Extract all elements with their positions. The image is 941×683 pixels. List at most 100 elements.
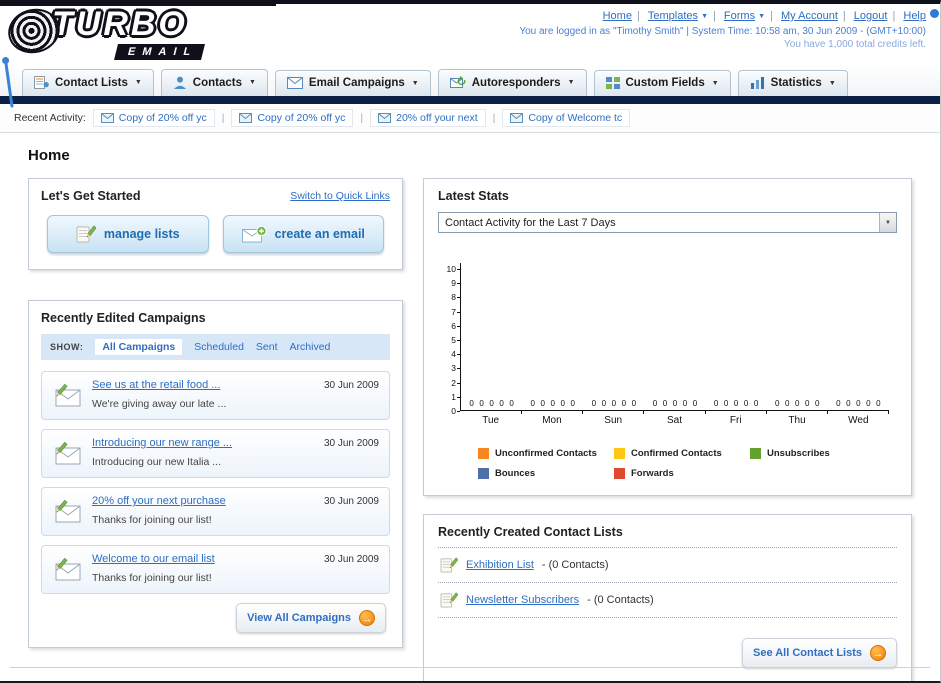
recent-activity-item[interactable]: 20% off your next — [370, 109, 486, 127]
legend-item: Unsubscribes — [750, 448, 886, 459]
switch-quick-links-link[interactable]: Switch to Quick Links — [290, 190, 390, 202]
bar-value-label: 0 — [499, 399, 504, 408]
top-link-logout[interactable]: Logout — [854, 10, 888, 22]
caret-down-icon: ▼ — [828, 79, 836, 87]
bar-value-label: 0 — [846, 399, 851, 408]
header-right: Home Templates ▼ Forms ▼ My Account Logo… — [519, 10, 926, 50]
stats-period-value: Contact Activity for the Last 7 Days — [445, 216, 616, 229]
bar-value-label: 0 — [530, 399, 535, 408]
contact-list-item: Newsletter Subscribers - (0 Contacts) — [438, 583, 897, 618]
tab-label: Custom Fields — [625, 77, 705, 89]
bar-value-label: 0 — [591, 399, 597, 408]
tab-contact-lists[interactable]: Contact Lists ▼ — [22, 69, 154, 96]
recently-edited-campaigns-panel: Recently Edited Campaigns SHOW: All Camp… — [28, 300, 403, 648]
tab-statistics[interactable]: Statistics ▼ — [737, 70, 848, 96]
top-link-my-account[interactable]: My Account — [781, 10, 838, 22]
blue-dot-annotation — [930, 9, 939, 18]
tab-email-campaigns[interactable]: Email Campaigns ▼ — [274, 70, 431, 96]
campaign-list-item: 20% off your next purchase Thanks for jo… — [41, 487, 390, 536]
recent-activity-item[interactable]: Copy of Welcome tc — [502, 109, 631, 127]
top-nav: Home Templates ▼ Forms ▼ My Account Logo… — [519, 10, 926, 22]
legend-item: Confirmed Contacts — [614, 448, 750, 459]
view-all-campaigns-button[interactable]: View All Campaigns → — [236, 603, 386, 633]
contact-list-count: - (0 Contacts) — [587, 594, 654, 606]
top-link-templates[interactable]: Templates — [648, 10, 698, 22]
pencil-paper-icon — [440, 592, 458, 608]
filter-scheduled[interactable]: Scheduled — [194, 341, 244, 353]
top-link-forms[interactable]: Forms — [724, 10, 755, 22]
legend-item: Forwards — [614, 468, 750, 479]
bar-value-label: 0 — [560, 399, 565, 408]
contact-list-link[interactable]: Newsletter Subscribers — [466, 594, 579, 606]
stats-period-select[interactable]: Contact Activity for the Last 7 Days ▼ — [438, 212, 897, 233]
tab-autoresponders[interactable]: Autoresponders ▼ — [437, 69, 587, 96]
campaign-title-link[interactable]: Welcome to our email list — [92, 553, 309, 565]
get-started-title: Let's Get Started — [41, 189, 141, 203]
bar-value-label: 0 — [856, 399, 861, 408]
arrow-right-icon: → — [870, 645, 886, 661]
x-axis-label: Wed — [848, 415, 869, 426]
campaign-subtitle: Thanks for joining our list! — [92, 514, 212, 526]
contact-list-link[interactable]: Exhibition List — [466, 559, 534, 571]
chart-y-axis: 10 9 8 7 6 5 4 3 2 1 0 — [438, 263, 460, 415]
tab-label: Autoresponders — [471, 76, 561, 89]
tab-custom-fields[interactable]: Custom Fields ▼ — [593, 70, 731, 96]
bar-group: 00000 — [583, 263, 645, 414]
bar-group: 00000 — [767, 263, 828, 414]
bar-value-label: 0 — [489, 399, 494, 408]
chart-x-axis: Tue Mon Sun Sat Fri Thu Wed — [438, 415, 897, 426]
latest-stats-panel: Latest Stats Contact Activity for the La… — [423, 178, 912, 496]
statistics-icon — [750, 77, 764, 89]
filter-archived[interactable]: Archived — [290, 341, 331, 353]
separator: | — [492, 112, 496, 124]
y-axis-label: 6 — [451, 322, 460, 331]
bar-value-label: 0 — [682, 399, 688, 408]
campaign-date: 30 Jun 2009 — [323, 380, 379, 391]
bar-value-label: 0 — [815, 399, 820, 408]
manage-lists-button[interactable]: manage lists — [47, 215, 209, 253]
top-link-help[interactable]: Help — [903, 10, 926, 22]
bar-value-label: 0 — [652, 399, 658, 408]
recent-activity-item[interactable]: Copy of 20% off yc — [231, 109, 354, 127]
legend-swatch-icon — [478, 468, 489, 479]
bar-value-label: 0 — [601, 399, 607, 408]
arrow-right-icon: → — [359, 610, 375, 626]
bar-value-label: 0 — [743, 399, 749, 408]
tab-contacts[interactable]: Contacts ▼ — [160, 69, 268, 96]
recent-activity-item[interactable]: Copy of 20% off yc — [92, 109, 215, 127]
campaign-date: 30 Jun 2009 — [323, 438, 379, 449]
x-axis-label: Sat — [666, 415, 682, 426]
logo-subtitle: EMAIL — [114, 44, 206, 60]
create-email-button[interactable]: create an email — [222, 215, 384, 253]
contact-lists-icon — [34, 76, 49, 89]
y-axis-label: 2 — [451, 378, 460, 387]
y-axis-label: 8 — [451, 293, 460, 302]
campaign-title-link[interactable]: See us at the retail food ... — [92, 379, 309, 391]
contact-activity-chart: 10 9 8 7 6 5 4 3 2 1 0 000000000000000000000000000… — [438, 263, 897, 479]
bar-value-label: 0 — [733, 399, 739, 408]
filter-sent[interactable]: Sent — [256, 341, 278, 353]
bar-value-label: 0 — [785, 399, 790, 408]
caret-down-icon: ▼ — [134, 79, 142, 86]
bar-group: 00000 — [828, 263, 890, 414]
caret-down-icon: ▼ — [567, 79, 575, 86]
legend-label: Forwards — [631, 468, 674, 479]
top-link-home[interactable]: Home — [603, 10, 632, 22]
page-title: Home — [28, 147, 70, 164]
logo-title: TURBO — [52, 5, 188, 43]
filter-all-campaigns[interactable]: All Campaigns — [95, 339, 183, 355]
legend-item: Unconfirmed Contacts — [478, 448, 614, 459]
nav-accent-bar — [0, 96, 940, 104]
contact-list-count: - (0 Contacts) — [541, 559, 609, 571]
turbo-email-logo[interactable]: TURBO EMAIL — [3, 4, 206, 60]
campaign-title-link[interactable]: Introducing our new range ... — [92, 437, 309, 449]
legend-swatch-icon — [750, 448, 761, 459]
legend-item: Bounces — [478, 468, 614, 479]
bar-value-label: 0 — [509, 399, 514, 408]
x-axis-label: Thu — [788, 415, 806, 426]
header: TURBO EMAIL Home Templates ▼ Forms ▼ My … — [0, 4, 940, 108]
bar-value-label: 0 — [570, 399, 575, 408]
see-all-contact-lists-button[interactable]: See All Contact Lists → — [741, 638, 897, 668]
bar-value-label: 0 — [753, 399, 759, 408]
campaign-title-link[interactable]: 20% off your next purchase — [92, 495, 309, 507]
